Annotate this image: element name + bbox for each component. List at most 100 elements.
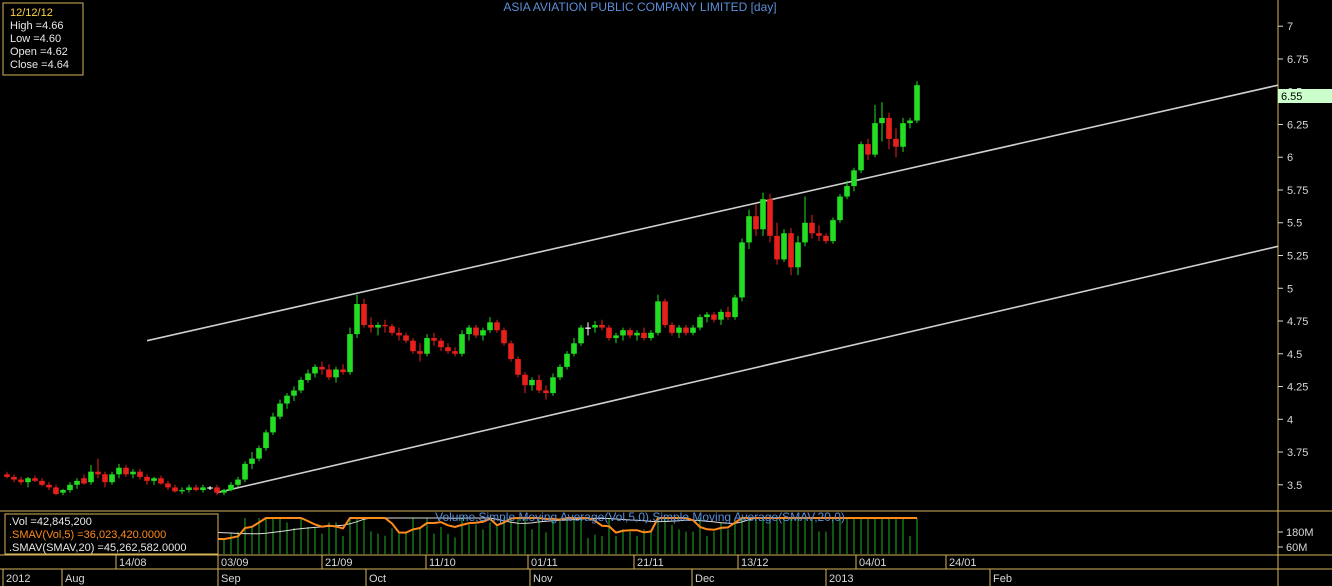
last-price-label: 6.55 [1281,91,1302,103]
candle-body [690,327,696,333]
candle-body [88,471,94,483]
candle-body [81,478,87,484]
candle-body [697,317,703,328]
candle-body [781,233,787,260]
price-tick-label: 5.75 [1287,185,1308,197]
candle-body [445,347,451,352]
candle-body [683,327,689,333]
candle-body [382,324,388,327]
candle-body [214,487,220,493]
infobox-low: Low =4.60 [10,33,61,45]
candle-body [760,199,766,230]
candle-body [95,471,101,475]
candle-body [739,242,745,298]
stock-chart: ASIA AVIATION PUBLIC COMPANY LIMITED [da… [0,0,1332,586]
candle-body [312,366,318,374]
candle-body [39,480,45,485]
candle-body [543,390,549,394]
date-label: 01/11 [531,557,558,569]
candle-body [193,487,199,491]
candle-body [200,487,206,491]
candle-body [711,314,717,320]
candle-body [116,467,122,475]
candle-body [872,123,878,155]
candle-body [298,379,304,391]
date-label: 21/09 [325,557,353,569]
candle-body [634,332,640,336]
candle-body [669,324,675,333]
candle-body [74,480,80,485]
infobox-date: 12/12/12 [10,7,53,19]
candle-body [151,478,157,481]
candle-body [473,327,479,336]
candle-body [613,335,619,339]
volume-title: Volume,Simple Moving Average(Vol,5,0),Si… [435,510,845,524]
candle-body [172,487,178,492]
candle-body [802,222,808,243]
candle-body [494,322,500,331]
candle-body [578,327,584,344]
candle-body [746,216,752,243]
volume-axis: 180M 60M [1278,527,1314,554]
smav5-value: .SMAV(Vol,5) =36,023,420.0000 [9,529,166,541]
candle-body [459,334,465,354]
candle-body [571,343,577,354]
candle-body [368,324,374,328]
candle-body [67,484,73,491]
candle-body [620,330,626,336]
candle-body [46,484,52,488]
candle-body [137,471,143,477]
trend-channel [146,84,1279,494]
candle-body [900,123,906,147]
candle-body [627,330,633,336]
month-label: Feb [993,573,1012,585]
candle-body [508,343,514,360]
price-tick-label: 6.25 [1287,119,1308,131]
candle-body [844,186,850,197]
price-tick-label: 3.5 [1287,480,1302,492]
price-tick-label: 6.75 [1287,54,1308,66]
candle-body [354,303,360,335]
candle-body [865,144,871,155]
candle-body [326,369,332,378]
candle-body [256,448,262,459]
candle-body [655,301,661,333]
candle-body [270,416,276,433]
candle-body [291,390,297,396]
candlestick-series [4,81,920,496]
price-tick-label: 3.75 [1287,447,1308,459]
candle-body [242,463,248,480]
candle-body [32,478,38,481]
candle-body [858,144,864,171]
candle-body [557,366,563,378]
price-tick-label: 5 [1287,283,1293,295]
candle-body [823,235,829,242]
candle-body [207,487,213,489]
candle-body [564,353,570,367]
candle-body [165,483,171,488]
candle-body [235,479,241,485]
candle-body [676,327,682,333]
ohlc-infobox: 12/12/12 High =4.66 Low =4.60 Open =4.62… [2,2,84,76]
candle-body [914,85,920,121]
candle-body [410,340,416,352]
candle-body [375,324,381,328]
candle-body [879,117,885,124]
candle-body [648,332,654,339]
candle-body [480,330,486,336]
candle-body [305,373,311,380]
infobox-open: Open =4.62 [10,46,68,58]
candle-body [515,359,521,375]
candle-body [851,170,857,187]
month-label: Oct [369,573,386,585]
candle-body [907,120,913,124]
price-tick-label: 6 [1287,152,1293,164]
candle-body [347,334,353,373]
candle-body [893,138,899,147]
candle-body [25,478,31,483]
candle-body [263,432,269,449]
candle-body [886,117,892,139]
candle-body [606,327,612,339]
candle-body [536,379,542,391]
candle-body [424,338,430,354]
